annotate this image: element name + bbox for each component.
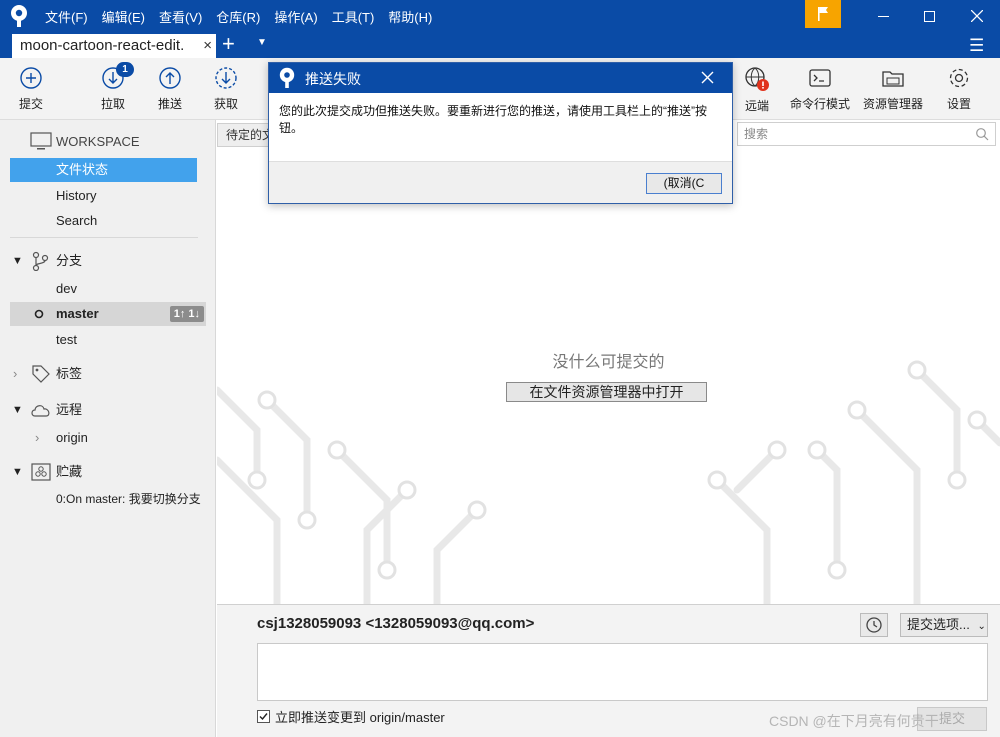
csdn-watermark: CSDN @在下月亮有何贵干 xyxy=(769,713,939,729)
menu-edit[interactable]: 编辑(E) xyxy=(95,7,152,26)
sourcetree-logo-icon xyxy=(279,67,295,88)
menu-actions[interactable]: 操作(A) xyxy=(267,7,324,26)
sidebar-branch-dev[interactable]: dev xyxy=(0,277,216,301)
tab-dropdown-icon[interactable]: ▼ xyxy=(257,37,267,48)
commit-message-input[interactable] xyxy=(257,643,988,701)
dialog-cancel-button[interactable]: (取消(C xyxy=(646,173,722,194)
terminal-tool-button[interactable]: 命令行模式 xyxy=(788,66,852,112)
push-tool-button[interactable]: 推送 xyxy=(142,66,198,112)
monitor-icon xyxy=(30,132,52,150)
sidebar-stashes-header[interactable]: ▼ 贮藏 xyxy=(0,460,216,484)
gear-icon xyxy=(949,68,969,88)
search-icon xyxy=(976,128,989,141)
sidebar-branches-header[interactable]: ▼ 分支 xyxy=(0,249,216,273)
commit-author: csj1328059093 <1328059093@qq.com> xyxy=(257,615,535,632)
stash-icon xyxy=(31,463,51,481)
remote-tool-button[interactable]: 远端 xyxy=(729,66,785,114)
flag-icon xyxy=(818,7,828,21)
close-window-button[interactable] xyxy=(954,0,1000,32)
chevron-down-icon: ▼ xyxy=(12,466,23,478)
notification-flag-button[interactable] xyxy=(805,0,841,28)
clock-icon xyxy=(866,617,882,633)
sidebar: WORKSPACE 文件状态 History Search ▼ 分支 dev m… xyxy=(0,120,216,737)
explorer-tool-button[interactable]: 资源管理器 xyxy=(860,66,926,112)
sidebar-divider xyxy=(10,237,198,238)
checkmark-icon xyxy=(259,713,268,721)
chevron-down-icon: ▼ xyxy=(12,404,23,416)
sidebar-branch-test[interactable]: test xyxy=(0,328,216,352)
push-failed-dialog: 推送失败 您的此次提交成功但推送失败。要重新进行您的推送，请使用工具栏上的“推送… xyxy=(268,62,733,204)
chevron-down-icon: ▼ xyxy=(12,255,23,267)
chevron-down-icon: ⌄ xyxy=(977,621,986,632)
dialog-title-bar: 推送失败 xyxy=(269,63,732,93)
push-immediately-option[interactable]: 立即推送变更到 origin/master xyxy=(257,707,445,726)
sidebar-remote-origin[interactable]: › origin xyxy=(0,426,216,450)
chevron-right-icon: › xyxy=(13,366,18,381)
menu-repository[interactable]: 仓库(R) xyxy=(209,7,267,26)
commit-icon xyxy=(20,67,42,89)
tab-bar: moon-cartoon-react-edit. × + ▼ ☰ xyxy=(0,32,1000,58)
hamburger-menu-icon[interactable]: ☰ xyxy=(969,36,984,56)
chevron-right-icon: › xyxy=(35,430,40,445)
open-in-explorer-button[interactable]: 在文件资源管理器中打开 xyxy=(506,382,707,402)
minimize-icon xyxy=(877,15,889,17)
ahead-behind-badge: 1↑ 1↓ xyxy=(169,306,204,322)
menu-bar: 文件(F) 编辑(E) 查看(V) 仓库(R) 操作(A) 工具(T) 帮助(H… xyxy=(38,0,439,32)
menu-tools[interactable]: 工具(T) xyxy=(325,7,382,26)
sidebar-item-history[interactable]: History xyxy=(0,184,216,208)
workspace-header: WORKSPACE xyxy=(0,130,216,154)
sidebar-remotes-header[interactable]: ▼ 远程 xyxy=(0,398,216,422)
tag-icon xyxy=(32,365,50,383)
close-icon xyxy=(971,10,983,22)
menu-help[interactable]: 帮助(H) xyxy=(381,7,439,26)
dialog-close-icon[interactable] xyxy=(701,71,714,84)
terminal-icon xyxy=(809,69,831,87)
branch-icon xyxy=(32,251,49,271)
pull-count-badge: 1 xyxy=(116,62,134,77)
menu-file[interactable]: 文件(F) xyxy=(38,7,95,26)
globe-error-icon xyxy=(745,67,769,91)
sourcetree-logo-icon xyxy=(11,5,27,27)
title-bar: 文件(F) 编辑(E) 查看(V) 仓库(R) 操作(A) 工具(T) 帮助(H… xyxy=(0,0,1000,32)
repo-tab[interactable]: moon-cartoon-react-edit. × xyxy=(12,34,216,58)
new-tab-button[interactable]: + xyxy=(222,33,235,55)
current-branch-icon xyxy=(34,309,44,319)
push-icon xyxy=(159,67,181,89)
sidebar-stash-item[interactable]: 0:On master: 我要切换分支 xyxy=(0,487,216,511)
pull-tool-button[interactable]: 1 拉取 xyxy=(85,62,141,112)
push-immediately-checkbox[interactable] xyxy=(257,710,270,723)
cloud-icon xyxy=(31,405,50,417)
sidebar-item-search[interactable]: Search xyxy=(0,209,216,233)
maximize-icon xyxy=(923,10,935,22)
tab-close-icon[interactable]: × xyxy=(203,34,212,58)
dialog-title: 推送失败 xyxy=(305,71,361,87)
sidebar-branch-master[interactable]: master 1↑ 1↓ xyxy=(10,302,206,326)
fetch-tool-button[interactable]: 获取 xyxy=(198,66,254,112)
commit-history-button[interactable] xyxy=(860,613,888,637)
sidebar-item-file-status[interactable]: 文件状态 xyxy=(10,158,197,182)
maximize-button[interactable] xyxy=(906,0,952,32)
repo-tab-label: moon-cartoon-react-edit. xyxy=(20,37,185,54)
minimize-button[interactable] xyxy=(860,0,906,32)
dialog-footer: (取消(C xyxy=(269,161,732,203)
commit-tool-button[interactable]: 提交 xyxy=(3,66,59,112)
commit-options-dropdown[interactable]: 提交选项... ⌄ xyxy=(900,613,988,637)
folder-icon xyxy=(882,71,904,87)
settings-tool-button[interactable]: 设置 xyxy=(931,66,987,112)
search-input[interactable]: 搜索 xyxy=(737,122,996,146)
sidebar-tags-header[interactable]: › 标签 xyxy=(0,362,216,386)
dialog-message: 您的此次提交成功但推送失败。要重新进行您的推送，请使用工具栏上的“推送”按钮。 xyxy=(279,104,707,135)
menu-view[interactable]: 查看(V) xyxy=(152,7,209,26)
nothing-to-commit-message: 没什么可提交的 xyxy=(552,354,665,371)
fetch-icon xyxy=(215,67,237,89)
pending-files-filter[interactable]: 待定的文件 xyxy=(217,123,271,147)
